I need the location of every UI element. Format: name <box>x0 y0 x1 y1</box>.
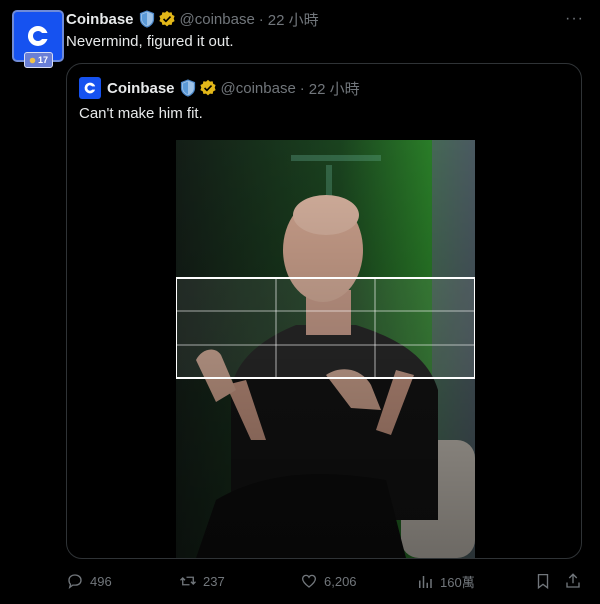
avatar[interactable]: 17 <box>12 10 64 68</box>
shield-icon <box>180 79 195 97</box>
share-icon <box>566 573 580 588</box>
like-count: 6,206 <box>324 573 357 589</box>
verified-badge-icon <box>199 79 216 96</box>
views-icon <box>419 575 432 588</box>
tweet-text: Nevermind, figured it out. <box>66 33 234 50</box>
author-handle[interactable]: @coinbase <box>180 11 255 28</box>
like-button[interactable]: 6,206 <box>300 572 357 590</box>
quoted-tweet[interactable]: Coinbase @coinbase · 22 小時 Can't make hi… <box>66 63 582 559</box>
repost-icon <box>180 576 196 586</box>
quoted-author-handle: @coinbase <box>220 79 296 97</box>
reply-count: 496 <box>90 573 112 589</box>
photo-image <box>176 140 475 558</box>
coinbase-logo-icon <box>84 82 96 94</box>
separator: · <box>299 79 305 97</box>
author-name[interactable]: Coinbase <box>66 11 134 28</box>
views-button[interactable]: 160萬 <box>416 572 475 591</box>
coinbase-logo-icon <box>27 25 48 46</box>
more-icon[interactable]: ··· <box>565 10 584 28</box>
quoted-text: Can't make him fit. <box>79 105 203 122</box>
timestamp[interactable]: 22 小時 <box>268 9 319 30</box>
reply-icon <box>68 574 82 590</box>
bookmark-button[interactable] <box>534 572 558 590</box>
shield-icon <box>139 10 154 28</box>
repost-count: 237 <box>203 573 225 589</box>
quoted-avatar[interactable] <box>79 77 101 99</box>
quoted-header: Coinbase @coinbase · 22 小時 <box>79 77 360 99</box>
repost-button[interactable]: 237 <box>179 572 225 590</box>
like-icon <box>301 574 317 588</box>
separator: · <box>258 10 264 28</box>
share-button[interactable] <box>564 572 588 590</box>
views-count: 160萬 <box>440 575 475 590</box>
tweet-header: Coinbase @coinbase · 22 小時 ··· <box>66 9 584 29</box>
reply-button[interactable]: 496 <box>66 572 112 590</box>
verified-badge-icon[interactable] <box>158 10 176 28</box>
affiliate-badge: 17 <box>24 52 54 68</box>
quoted-timestamp: 22 小時 <box>308 80 360 98</box>
bookmark-icon <box>537 573 549 590</box>
tweet[interactable]: 17 Coinbase @coinbase · 22 小時 ··· Neverm… <box>0 0 600 604</box>
quoted-author-name: Coinbase <box>107 79 175 97</box>
quoted-photo[interactable] <box>176 140 475 558</box>
badge-count: 17 <box>38 55 49 65</box>
badge-icon <box>29 57 36 63</box>
action-bar: 496 237 6,206 160萬 <box>66 572 586 594</box>
